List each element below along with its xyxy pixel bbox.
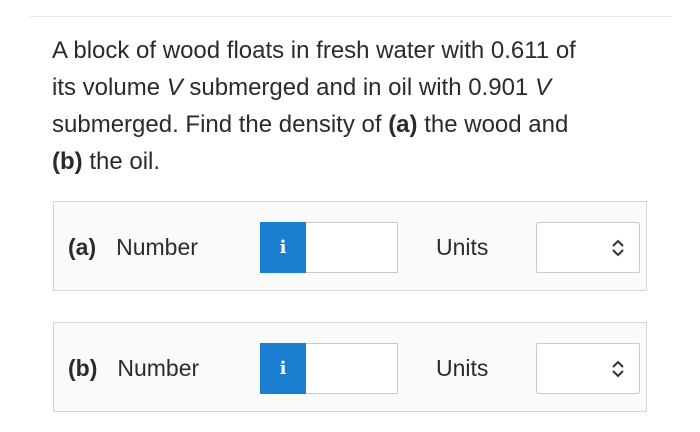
units-select-b[interactable]	[536, 343, 640, 394]
info-icon[interactable]: i	[260, 222, 306, 273]
question-text: A block of wood floats in fresh water wi…	[52, 37, 576, 175]
chevron-up-down-icon	[612, 239, 624, 257]
number-input-a[interactable]	[306, 222, 398, 273]
answer-row-b: (b) Number i Units	[53, 322, 647, 412]
answer-row-a: (a) Number i Units	[53, 201, 647, 291]
top-divider	[30, 16, 672, 17]
units-select-a[interactable]	[536, 222, 640, 273]
info-icon[interactable]: i	[260, 343, 306, 394]
part-b-label: (b) Number	[68, 355, 200, 381]
chevron-up-down-icon	[612, 360, 624, 378]
number-input-b[interactable]	[306, 343, 398, 394]
units-label-a: Units	[436, 234, 489, 260]
units-label-b: Units	[436, 355, 489, 381]
part-a-label: (a) Number	[68, 234, 198, 260]
